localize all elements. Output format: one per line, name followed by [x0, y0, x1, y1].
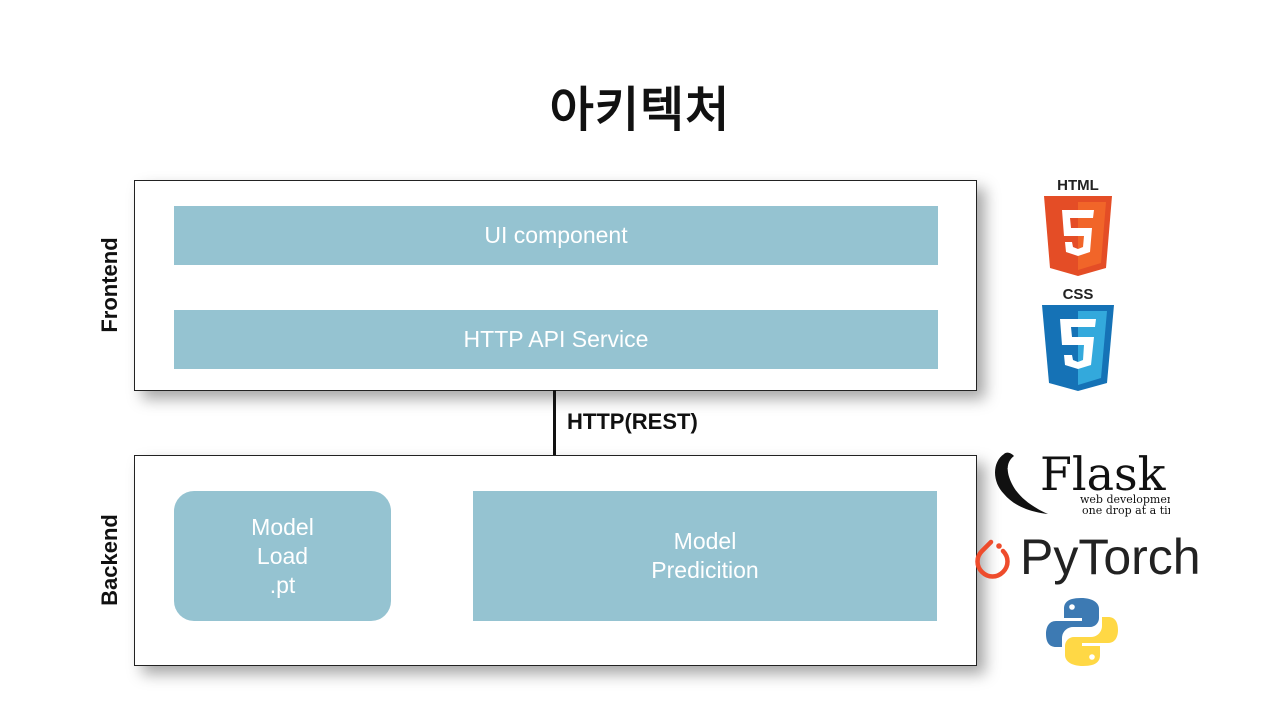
flask-tagline-2: one drop at a time — [1082, 504, 1170, 517]
backend-label: Backend — [97, 514, 122, 606]
ui-component-box: UI component — [174, 206, 938, 265]
python-logo-icon — [1046, 598, 1118, 666]
frontend-panel: UI component HTTP API Service — [134, 180, 977, 391]
model-load-box: Model Load .pt — [174, 491, 391, 621]
backend-panel: Model Load .pt Model Predicition — [134, 455, 977, 666]
model-load-line-3: .pt — [269, 571, 296, 598]
model-prediction-line-2: Predicition — [651, 557, 759, 583]
html-logo-caption: HTML — [1057, 177, 1099, 194]
css-logo-caption: CSS — [1063, 286, 1094, 303]
model-load-line-2: Load — [256, 542, 309, 569]
frontend-label: Frontend — [97, 237, 122, 333]
css3-logo-icon: CSS — [1042, 286, 1114, 391]
model-prediction-line-1: Model — [673, 528, 737, 554]
flask-logo-icon: Flask web development, one drop at a tim… — [995, 448, 1170, 517]
pytorch-logo-icon: PyTorch — [975, 529, 1200, 585]
http-api-service-box: HTTP API Service — [174, 310, 938, 369]
connector-label: HTTP(REST) — [567, 409, 698, 434]
http-connector-line — [553, 390, 556, 455]
model-load-line-1: Model — [251, 513, 314, 540]
pytorch-name: PyTorch — [1020, 529, 1200, 585]
page-title: 아키텍처 — [549, 82, 731, 138]
html5-logo-icon: HTML — [1044, 177, 1112, 276]
model-prediction-box: Model Predicition — [473, 491, 937, 621]
